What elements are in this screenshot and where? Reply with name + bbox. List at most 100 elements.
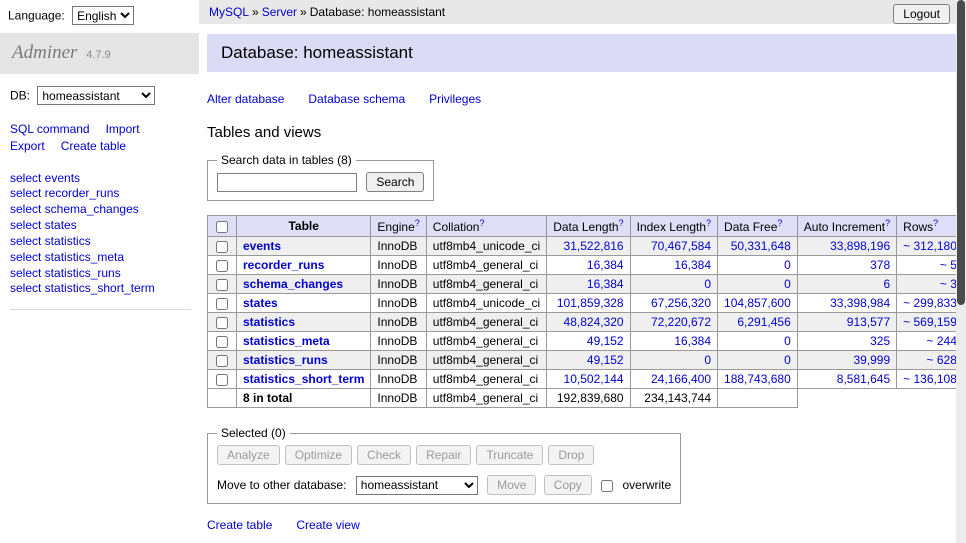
auto-increment-cell-link[interactable]: 39,999 (853, 353, 890, 367)
search-button[interactable]: Search (366, 172, 424, 192)
data-length-cell-link[interactable]: 101,859,328 (557, 296, 624, 310)
auto-increment-cell-link[interactable]: 8,581,645 (837, 372, 890, 386)
data-length-cell-link[interactable]: 48,824,320 (564, 315, 624, 329)
vertical-scrollbar[interactable] (956, 0, 966, 543)
index-length-cell-link[interactable]: 16,384 (674, 258, 711, 272)
bulk-optimize-button[interactable]: Optimize (285, 445, 352, 465)
auto-increment-cell-link[interactable]: 913,577 (847, 315, 890, 329)
rows-cell-link[interactable]: ~ 312,180 (903, 239, 957, 253)
copy-button[interactable]: Copy (544, 475, 592, 495)
index-length-cell-link[interactable]: 0 (704, 277, 711, 291)
sidebar-link[interactable]: Export (10, 139, 45, 153)
row-checkbox[interactable] (216, 298, 228, 310)
table-name-link[interactable]: statistics_runs (243, 353, 328, 367)
create-link[interactable]: Create view (296, 518, 359, 532)
sidebar-table-link[interactable]: select recorder_runs (10, 186, 191, 202)
data-length-cell-link[interactable]: 49,152 (587, 334, 624, 348)
column-help-link[interactable]: ? (777, 218, 782, 228)
logout-button[interactable]: Logout (893, 4, 950, 24)
data-length-cell-link[interactable]: 16,384 (587, 258, 624, 272)
data-free-cell-link[interactable]: 6,291,456 (737, 315, 790, 329)
row-checkbox[interactable] (216, 355, 228, 367)
database-action-link[interactable]: Alter database (207, 92, 284, 106)
data-length-cell-link[interactable]: 49,152 (587, 353, 624, 367)
index-length-cell-link[interactable]: 67,256,320 (651, 296, 711, 310)
rows-cell-link[interactable]: ~ 628 (927, 353, 957, 367)
row-checkbox[interactable] (216, 260, 228, 272)
row-checkbox[interactable] (216, 336, 228, 348)
auto-increment-cell-link[interactable]: 378 (870, 258, 890, 272)
move-button[interactable]: Move (487, 475, 536, 495)
column-help-link[interactable]: ? (706, 218, 711, 228)
sidebar-table-link[interactable]: select statistics_runs (10, 266, 191, 282)
sidebar-table-link[interactable]: select statistics_short_term (10, 281, 191, 297)
select-all-checkbox[interactable] (216, 221, 228, 233)
table-name-link[interactable]: states (243, 296, 278, 310)
rows-cell-link[interactable]: ~ 136,108 (903, 372, 957, 386)
sidebar-link[interactable]: SQL command (10, 122, 90, 136)
language-select[interactable]: English (72, 6, 134, 25)
sidebar-table-link[interactable]: select statistics (10, 234, 191, 250)
row-checkbox[interactable] (216, 374, 228, 386)
data-free-cell-link[interactable]: 188,743,680 (724, 372, 791, 386)
rows-cell-link[interactable]: ~ 299,833 (903, 296, 957, 310)
sidebar-table-link[interactable]: select states (10, 218, 191, 234)
bulk-repair-button[interactable]: Repair (416, 445, 471, 465)
scrollbar-thumb[interactable] (957, 0, 965, 305)
table-name-link[interactable]: statistics (243, 315, 295, 329)
data-length-cell-link[interactable]: 10,502,144 (564, 372, 624, 386)
table-name-link[interactable]: statistics_short_term (243, 372, 364, 386)
table-name-link[interactable]: schema_changes (243, 277, 343, 291)
auto-increment-cell-link[interactable]: 6 (883, 277, 890, 291)
table-name-link[interactable]: recorder_runs (243, 258, 324, 272)
create-link[interactable]: Create table (207, 518, 272, 532)
search-input[interactable] (217, 173, 357, 192)
row-checkbox[interactable] (216, 279, 228, 291)
table-name-link[interactable]: statistics_meta (243, 334, 330, 348)
data-free-cell-link[interactable]: 0 (784, 258, 791, 272)
column-help-link[interactable]: ? (415, 218, 420, 228)
data-length-cell-link[interactable]: 16,384 (587, 277, 624, 291)
overwrite-checkbox[interactable] (601, 480, 613, 492)
rows-cell-link[interactable]: ~ 569,159 (903, 315, 957, 329)
move-database-select[interactable]: homeassistant (356, 476, 478, 495)
bulk-truncate-button[interactable]: Truncate (476, 445, 543, 465)
auto-increment-cell-link[interactable]: 33,898,196 (830, 239, 890, 253)
sidebar-link[interactable]: Create table (61, 139, 126, 153)
data-free-cell-link[interactable]: 104,857,600 (724, 296, 791, 310)
data-length-cell-link[interactable]: 31,522,816 (564, 239, 624, 253)
data-free-cell-link[interactable]: 0 (784, 334, 791, 348)
rows-cell-link[interactable]: ~ 5 (940, 258, 957, 272)
sidebar-table-link[interactable]: select schema_changes (10, 202, 191, 218)
index-length-cell-link[interactable]: 16,384 (674, 334, 711, 348)
auto-increment-cell-link[interactable]: 325 (870, 334, 890, 348)
index-length-cell-link[interactable]: 70,467,584 (651, 239, 711, 253)
data-free-cell-link[interactable]: 0 (784, 277, 791, 291)
rows-cell-link[interactable]: ~ 244 (927, 334, 957, 348)
database-action-link[interactable]: Database schema (308, 92, 405, 106)
column-help-link[interactable]: ? (933, 218, 938, 228)
auto-increment-cell-link[interactable]: 33,398,984 (830, 296, 890, 310)
bulk-analyze-button[interactable]: Analyze (217, 445, 280, 465)
index-length-cell-link[interactable]: 72,220,672 (651, 315, 711, 329)
bulk-check-button[interactable]: Check (357, 445, 411, 465)
breadcrumb-item[interactable]: Server (262, 5, 297, 19)
index-length-cell-link[interactable]: 24,166,400 (651, 372, 711, 386)
database-action-link[interactable]: Privileges (429, 92, 481, 106)
index-length-cell-link[interactable]: 0 (704, 353, 711, 367)
sidebar-table-link[interactable]: select events (10, 171, 191, 187)
sidebar-table-link[interactable]: select statistics_meta (10, 250, 191, 266)
sidebar-link[interactable]: Import (106, 122, 140, 136)
rows-cell-link[interactable]: ~ 3 (940, 277, 957, 291)
table-name-link[interactable]: events (243, 239, 281, 253)
breadcrumb-item[interactable]: MySQL (209, 5, 249, 19)
column-help-link[interactable]: ? (885, 218, 890, 228)
column-help-link[interactable]: ? (479, 218, 484, 228)
data-free-cell-link[interactable]: 50,331,648 (731, 239, 791, 253)
row-checkbox[interactable] (216, 317, 228, 329)
db-select[interactable]: homeassistant (37, 86, 155, 105)
bulk-drop-button[interactable]: Drop (548, 445, 594, 465)
column-help-link[interactable]: ? (619, 218, 624, 228)
row-checkbox[interactable] (216, 241, 228, 253)
data-free-cell-link[interactable]: 0 (784, 353, 791, 367)
